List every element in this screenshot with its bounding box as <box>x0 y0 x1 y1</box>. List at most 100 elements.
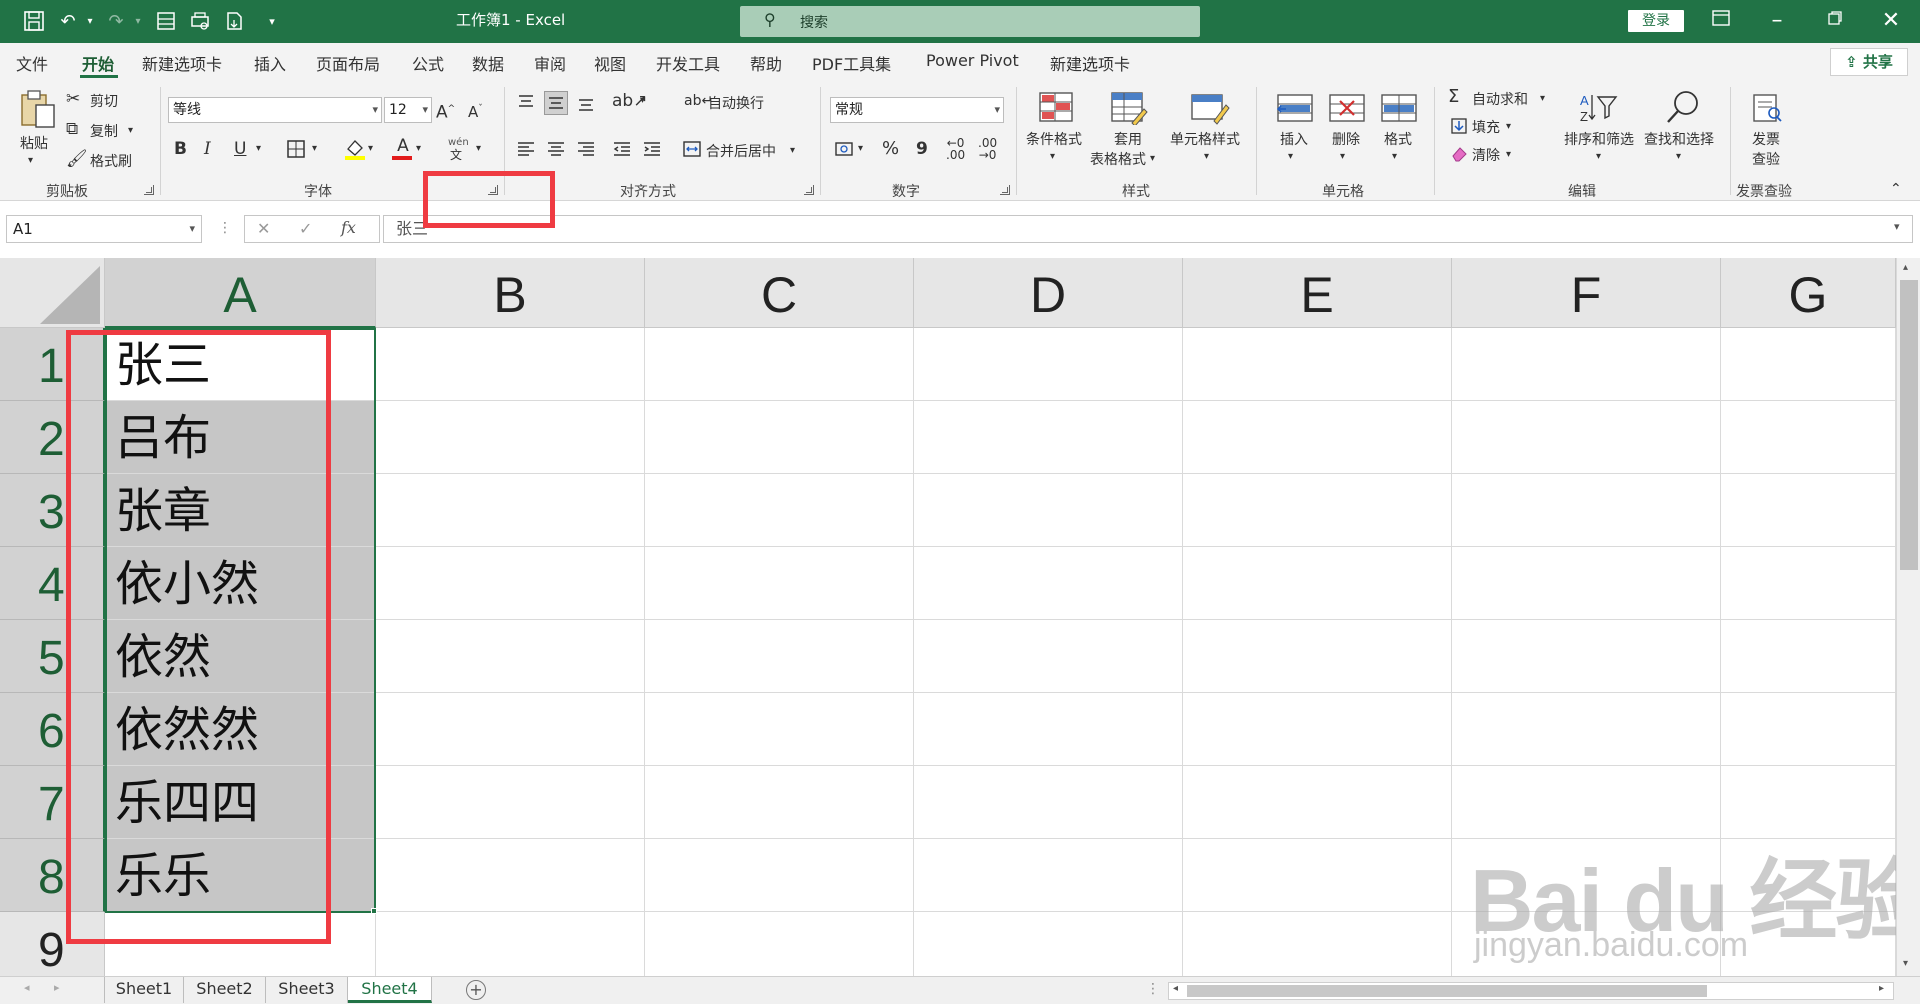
column-header-g[interactable]: G <box>1721 258 1896 328</box>
row-header-1[interactable]: 1 <box>0 328 105 401</box>
cell-styles-icon[interactable] <box>1190 91 1230 129</box>
cell-d2[interactable] <box>914 401 1183 474</box>
minimize-icon[interactable]: – <box>1762 8 1792 34</box>
row-header-4[interactable]: 4 <box>0 547 105 620</box>
cell-e7[interactable] <box>1183 766 1452 839</box>
number-format-select[interactable]: 常规 ▾ <box>830 97 1004 123</box>
cell-e2[interactable] <box>1183 401 1452 474</box>
format-painter-button[interactable]: 格式刷 <box>90 151 132 171</box>
enter-icon[interactable]: ✓ <box>299 219 312 238</box>
tab-pdf-tools[interactable]: PDF工具集 <box>812 51 891 75</box>
export-icon[interactable] <box>222 10 246 34</box>
invoice-check-label-1[interactable]: 发票 <box>1752 129 1780 149</box>
clipboard-launcher-icon[interactable] <box>144 185 154 195</box>
delete-dropdown-icon[interactable]: ▾ <box>1340 147 1345 167</box>
cell-a4[interactable]: 依小然 <box>105 547 376 620</box>
cell-g3[interactable] <box>1721 474 1896 547</box>
paste-label[interactable]: 粘贴 <box>20 133 48 153</box>
tab-help[interactable]: 帮助 <box>750 51 782 75</box>
format-dropdown-icon[interactable]: ▾ <box>1392 147 1397 167</box>
cell-f6[interactable] <box>1452 693 1721 766</box>
tab-file[interactable]: 文件 <box>16 51 48 75</box>
login-button[interactable]: 登录 <box>1628 10 1684 32</box>
autosum-dropdown-icon[interactable]: ▾ <box>1540 89 1545 109</box>
sort-filter-button[interactable]: 排序和筛选 <box>1564 129 1634 149</box>
cell-f5[interactable] <box>1452 620 1721 693</box>
format-cells-icon[interactable] <box>1380 93 1418 127</box>
increase-indent-icon[interactable] <box>642 139 662 163</box>
ribbon-display-icon[interactable] <box>1706 8 1736 34</box>
cell-b5[interactable] <box>376 620 645 693</box>
form-icon[interactable] <box>154 10 178 34</box>
cell-c6[interactable] <box>645 693 914 766</box>
tab-new-tab[interactable]: 新建选项卡 <box>142 51 222 75</box>
conditional-format-dropdown-icon[interactable]: ▾ <box>1050 147 1055 167</box>
paste-icon[interactable] <box>18 89 58 135</box>
add-sheet-icon[interactable]: + <box>466 980 486 1000</box>
cell-d6[interactable] <box>914 693 1183 766</box>
column-header-f[interactable]: F <box>1452 258 1721 328</box>
phonetic-dropdown-icon[interactable]: ▾ <box>476 139 481 159</box>
cell-g7[interactable] <box>1721 766 1896 839</box>
column-header-c[interactable]: C <box>645 258 914 328</box>
row-header-3[interactable]: 3 <box>0 474 105 547</box>
row-header-2[interactable]: 2 <box>0 401 105 474</box>
italic-button[interactable]: I <box>204 139 211 159</box>
row-header-7[interactable]: 7 <box>0 766 105 839</box>
grip-icon[interactable]: ⋮ <box>218 220 232 236</box>
delete-cells-button[interactable]: 删除 <box>1332 129 1360 149</box>
cell-styles-button[interactable]: 单元格样式 <box>1170 129 1240 149</box>
cell-d5[interactable] <box>914 620 1183 693</box>
copy-dropdown-icon[interactable]: ▾ <box>128 121 133 141</box>
expand-formula-icon[interactable]: ▾ <box>1894 220 1900 233</box>
cell-d4[interactable] <box>914 547 1183 620</box>
align-middle-icon[interactable] <box>544 91 568 115</box>
cell-d3[interactable] <box>914 474 1183 547</box>
tab-view[interactable]: 视图 <box>594 51 626 75</box>
redo-icon[interactable]: ↷ <box>104 10 128 34</box>
formula-input[interactable]: 张三 <box>383 215 1913 243</box>
align-center-icon[interactable] <box>546 139 566 163</box>
sort-filter-dropdown-icon[interactable]: ▾ <box>1596 147 1601 167</box>
cell-e1[interactable] <box>1183 328 1452 401</box>
horizontal-scrollbar[interactable]: ◂ ▸ <box>1168 982 1894 1000</box>
paste-dropdown-icon[interactable]: ▾ <box>28 151 33 171</box>
alignment-launcher-icon[interactable] <box>804 185 814 195</box>
column-header-d[interactable]: D <box>914 258 1183 328</box>
customize-icon[interactable]: ▾ <box>260 10 284 34</box>
column-header-e[interactable]: E <box>1183 258 1452 328</box>
row-header-9[interactable]: 9 <box>0 912 105 985</box>
close-icon[interactable]: ✕ <box>1876 8 1906 34</box>
sheet-tab-3[interactable]: Sheet3 <box>266 977 348 1003</box>
select-all-button[interactable] <box>0 258 105 328</box>
cut-button[interactable]: 剪切 <box>90 91 118 111</box>
find-select-icon[interactable] <box>1664 89 1702 129</box>
comma-button[interactable]: 9 <box>916 139 928 159</box>
cell-c8[interactable] <box>645 839 914 912</box>
next-sheet-icon[interactable]: ▸ <box>54 981 60 994</box>
cell-d1[interactable] <box>914 328 1183 401</box>
cell-g2[interactable] <box>1721 401 1896 474</box>
row-header-6[interactable]: 6 <box>0 693 105 766</box>
cell-c2[interactable] <box>645 401 914 474</box>
scroll-right-icon[interactable]: ▸ <box>1879 983 1884 994</box>
cell-f2[interactable] <box>1452 401 1721 474</box>
collapse-ribbon-icon[interactable]: ⌃ <box>1890 179 1902 199</box>
tab-splitter-icon[interactable]: ⋮ <box>1146 981 1160 997</box>
cell-styles-dropdown-icon[interactable]: ▾ <box>1204 147 1209 167</box>
print-preview-icon[interactable] <box>188 10 212 34</box>
cell-c9[interactable] <box>645 912 914 985</box>
cell-c4[interactable] <box>645 547 914 620</box>
undo-dropdown-icon[interactable]: ▾ <box>78 10 102 34</box>
increase-font-icon[interactable]: A^ <box>436 99 455 123</box>
scroll-up-icon[interactable]: ▴ <box>1903 262 1908 273</box>
conditional-format-icon[interactable] <box>1038 91 1074 127</box>
clear-button[interactable]: 清除 <box>1472 145 1500 165</box>
increase-decimal-icon[interactable]: ←0.00 <box>946 137 965 161</box>
insert-function-icon[interactable]: fx <box>341 218 356 237</box>
cancel-icon[interactable]: ✕ <box>257 219 270 238</box>
share-button[interactable]: ⇪ 共享 <box>1830 48 1908 76</box>
fill-button[interactable]: 填充 <box>1472 117 1500 137</box>
tab-insert[interactable]: 插入 <box>254 51 286 75</box>
cell-e5[interactable] <box>1183 620 1452 693</box>
